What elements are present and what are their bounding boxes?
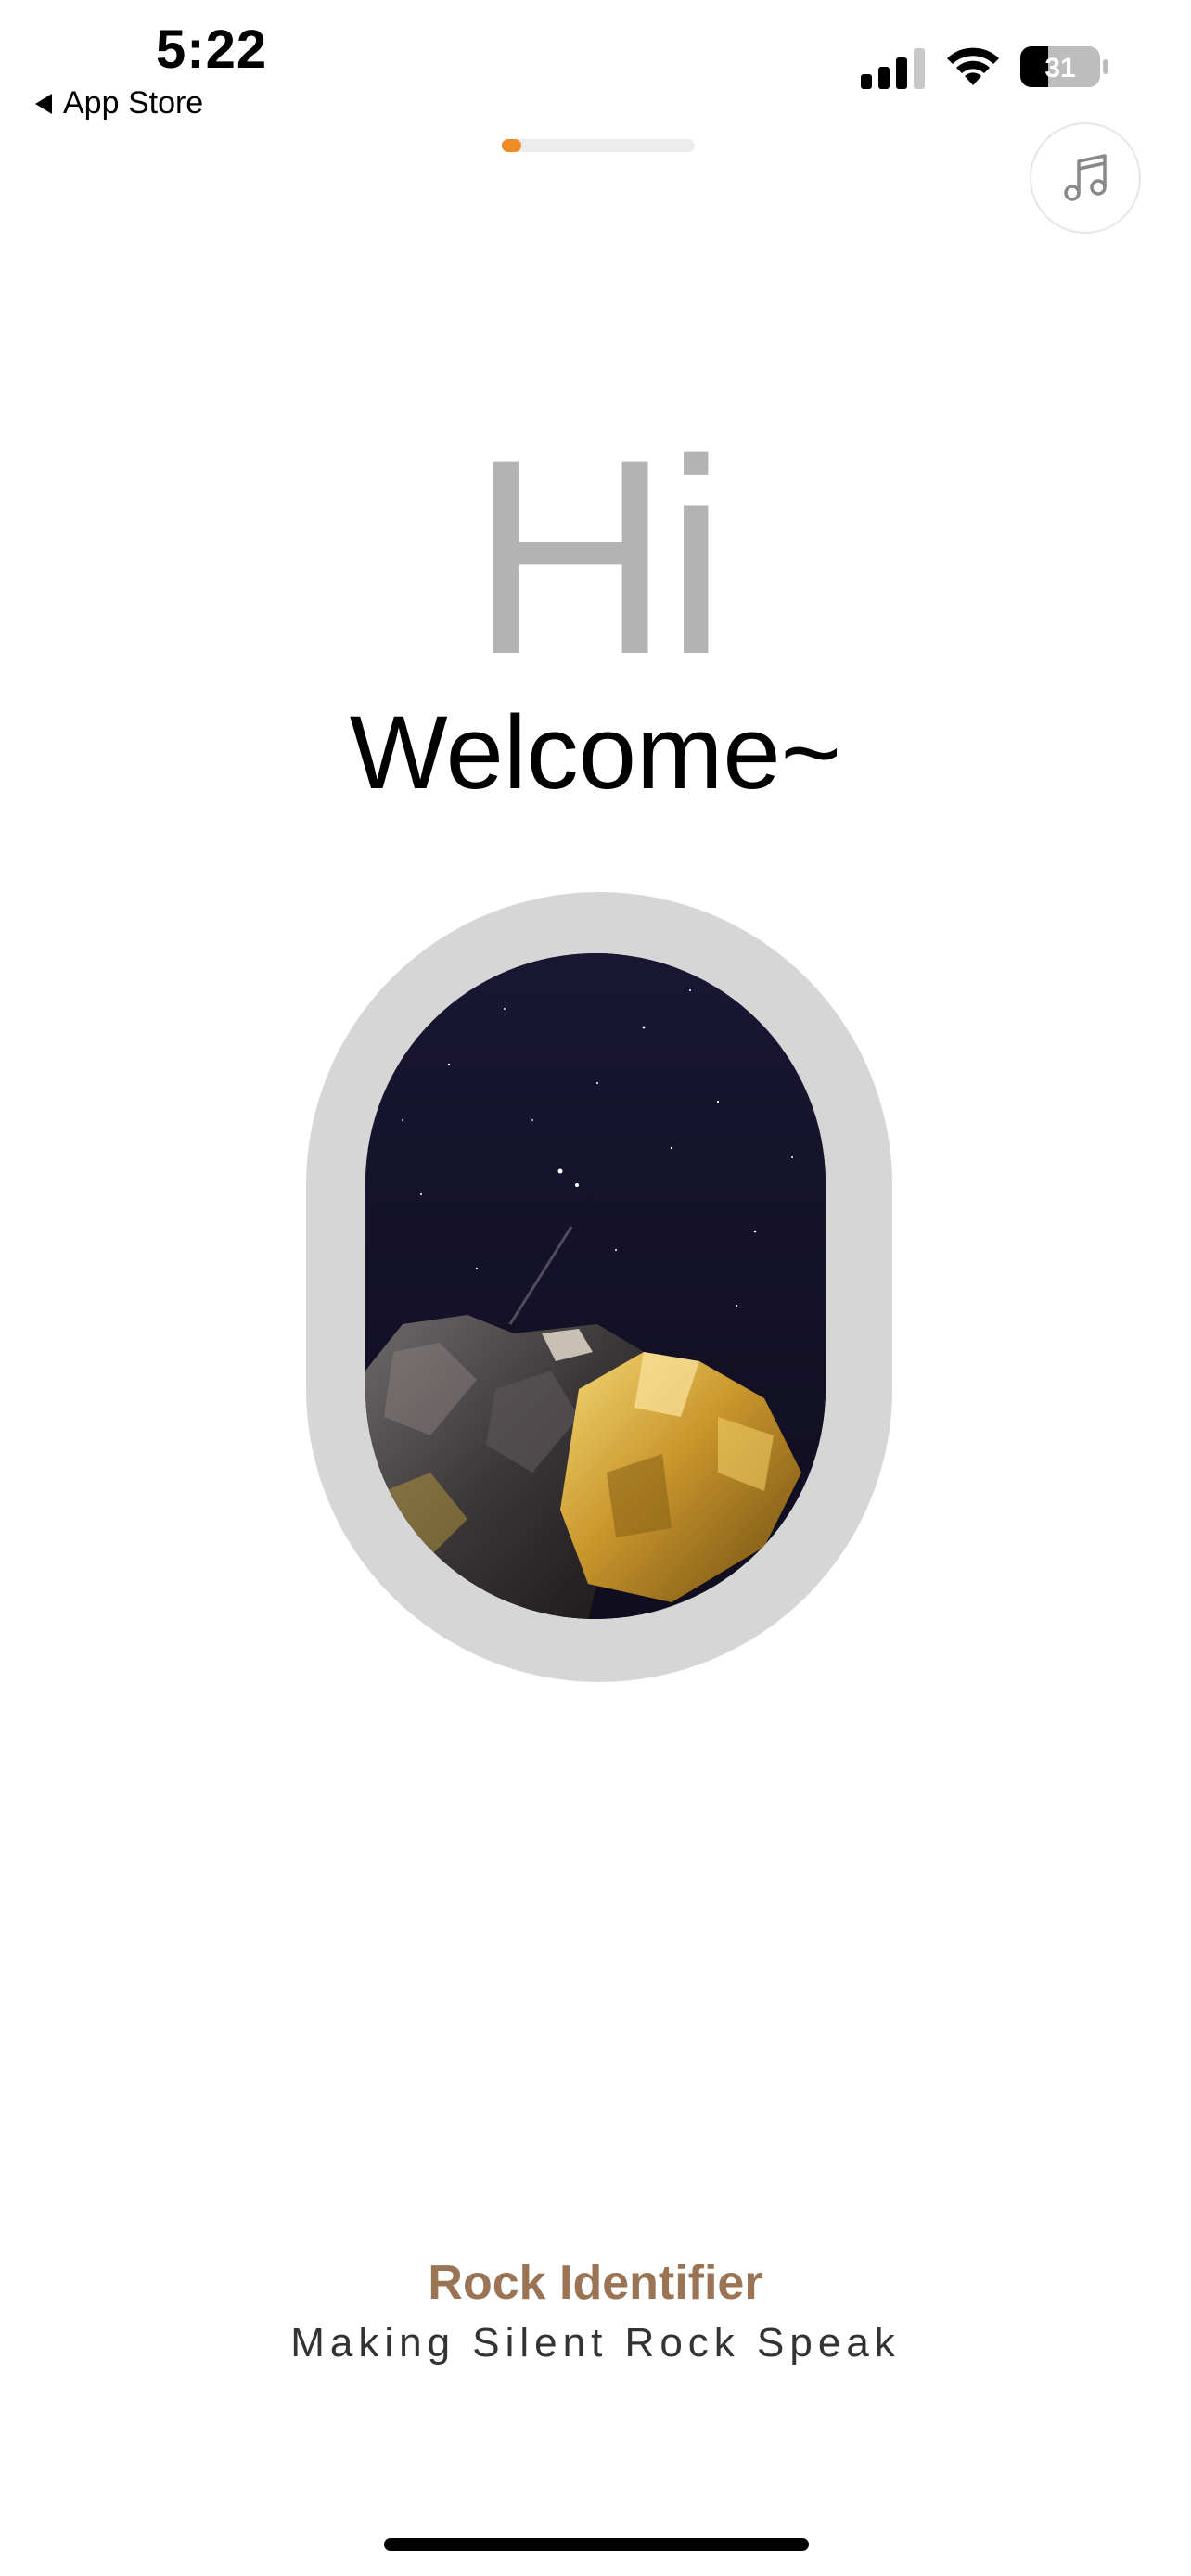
greeting-heading: Hi xyxy=(469,401,726,712)
wifi-icon xyxy=(947,47,999,85)
battery-level-text: 31 xyxy=(1044,53,1075,83)
welcome-heading: Welcome~ xyxy=(349,695,842,810)
music-toggle-button[interactable] xyxy=(1030,122,1141,234)
back-app-label: App Store xyxy=(63,85,204,121)
rock-space-scene xyxy=(365,953,826,1619)
status-time: 5:22 xyxy=(156,19,268,80)
back-triangle-icon xyxy=(35,93,52,114)
onboarding-progress-fill xyxy=(502,139,521,152)
onboarding-progress xyxy=(502,139,695,152)
app-tagline: Making Silent Rock Speak xyxy=(290,2320,901,2366)
status-bar: 5:22 App Store 31 xyxy=(0,0,1191,130)
battery-icon: 31 xyxy=(1020,46,1108,87)
music-note-icon xyxy=(1064,154,1107,201)
app-name: Rock Identifier xyxy=(428,2256,763,2310)
back-to-app-store-link[interactable]: App Store xyxy=(35,85,203,121)
rock-illustration xyxy=(365,953,826,1619)
home-indicator[interactable] xyxy=(384,2538,809,2551)
cellular-signal-icon xyxy=(861,48,925,89)
